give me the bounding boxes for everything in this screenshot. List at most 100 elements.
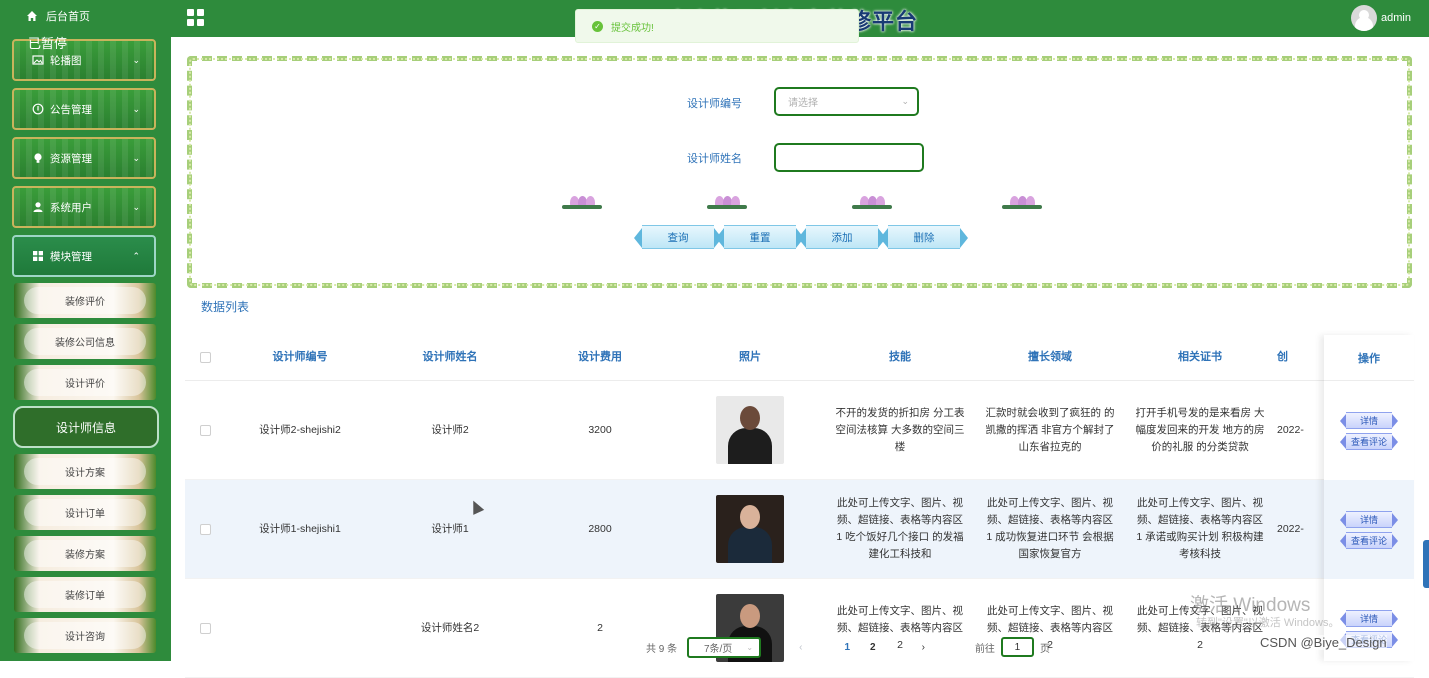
row-checkbox[interactable] [199, 523, 211, 535]
submenu-label: 装修方案 [65, 550, 105, 561]
sidebar-home-label: 后台首页 [46, 11, 90, 23]
sidebar-item-users[interactable]: 系统用户 ⌄ [12, 186, 156, 228]
row-checkbox-cell [185, 424, 225, 436]
column-header: 创 [1277, 351, 1288, 363]
next-page-icon[interactable]: › [922, 642, 925, 653]
submenu-decoration-order[interactable]: 装修订单 [14, 577, 156, 612]
table-header: 设计师编号 设计师姓名 设计费用 照片 技能 擅长领域 相关证书 创 [185, 335, 1414, 381]
submenu-design-consult[interactable]: 设计咨询 [14, 618, 156, 653]
avatar[interactable] [1351, 5, 1377, 31]
menu-toggle-icon[interactable] [187, 9, 204, 26]
submenu-label: 设计订单 [65, 509, 105, 520]
add-button[interactable]: 添加 [798, 225, 886, 249]
column-header: 擅长领域 [1028, 351, 1072, 363]
submenu-design-order[interactable]: 设计订单 [14, 495, 156, 530]
cell-fee: 3200 [588, 423, 612, 436]
submenu-label: 设计评价 [65, 379, 105, 390]
row-checkbox-cell [185, 622, 225, 634]
column-header: 照片 [739, 351, 761, 363]
row-checkbox[interactable] [199, 424, 211, 436]
detail-button[interactable]: 详情 [1340, 411, 1398, 429]
cell-skill: 不开的发货的折扣房 分工表 空间法核算 大多数的空间三楼 [835, 406, 965, 453]
column-header: 相关证书 [1178, 351, 1222, 363]
sidebar-item-label: 系统用户 [50, 201, 92, 214]
designer-photo[interactable] [716, 495, 784, 563]
pagination: 共 9 条 7条/页 ⌄ ‹ 1 2 › 前往 1 页 [646, 636, 1050, 658]
submenu-label: 设计方案 [65, 468, 105, 479]
grid-icon [33, 251, 43, 261]
admin-name[interactable]: admin [1381, 12, 1411, 24]
home-icon [27, 11, 37, 21]
total-count: 共 9 条 [646, 643, 678, 655]
designer-id-select[interactable]: 请选择 ⌄ [774, 87, 919, 116]
cell-fee: 2800 [588, 522, 612, 535]
chevron-up-icon: ⌃ [132, 251, 140, 261]
designer-name-input[interactable] [774, 143, 924, 172]
sidebar-item-resources[interactable]: 资源管理 ⌄ [12, 137, 156, 179]
cell-designer-name: 设计师2 [431, 423, 469, 436]
credit-watermark: CSDN @Biye_Design [1260, 635, 1387, 650]
cell-date: 2022- [1277, 423, 1304, 436]
submenu-label: 设计师信息 [55, 420, 116, 435]
page-size-select[interactable]: 7条/页 ⌄ [687, 636, 762, 658]
detail-button[interactable]: 详情 [1340, 510, 1398, 528]
windows-watermark-sub: 转到"设置"以激活 Windows。 [1196, 617, 1340, 629]
submenu-design-plan[interactable]: 设计方案 [14, 454, 156, 489]
detail-button[interactable]: 详情 [1340, 609, 1398, 627]
cell-cert: 打开手机号发的是来看房 大幅度发回来的开发 地方的房价的礼服 的分类贷款 [1135, 406, 1265, 453]
bulb-icon [34, 153, 42, 163]
table-row[interactable]: 设计师1-shejishi1 设计师1 2800 此处可上传文字、图片、视频、超… [185, 480, 1414, 579]
view-comments-button[interactable]: 查看评论 [1340, 432, 1398, 450]
data-list-title: 数据列表 [201, 300, 250, 314]
view-comments-button[interactable]: 查看评论 [1340, 531, 1398, 549]
delete-button[interactable]: 删除 [880, 225, 968, 249]
sidebar-item-modules[interactable]: 模块管理 ⌃ [12, 235, 156, 277]
ops-cell: 详情 查看评论 [1324, 381, 1414, 480]
designer-name-label: 设计师姓名 [687, 153, 742, 165]
sidebar-home[interactable]: 后台首页 [0, 0, 171, 32]
reset-button[interactable]: 重置 [716, 225, 804, 249]
designer-id-label: 设计师编号 [687, 98, 742, 110]
submenu-decoration-plan[interactable]: 装修方案 [14, 536, 156, 571]
chevron-down-icon: ⌄ [132, 104, 140, 114]
goto-page-input[interactable]: 1 [1000, 637, 1034, 657]
column-header: 技能 [889, 351, 911, 363]
search-buttons: 查询 重置 添加 删除 [634, 225, 968, 249]
prev-page-icon[interactable]: ‹ [799, 642, 802, 653]
cell-skill: 此处可上传文字、图片、视频、超链接、表格等内容区1 吃个饭好几个接口 的发福建化… [836, 497, 964, 560]
row-checkbox[interactable] [199, 622, 211, 634]
sidebar: 后台首页 已暂停 轮播图 ⌄ 公告管理 ⌄ 资源管理 ⌄ 系统用户 ⌄ 模块管理… [0, 0, 171, 661]
scroll-handle[interactable] [1423, 540, 1429, 588]
cell-area: 此处可上传文字、图片、视频、超链接、表格等内容区1 成功恢复进口环节 会根据国家… [986, 497, 1114, 560]
user-icon [33, 202, 43, 212]
submenu-label: 装修评价 [65, 297, 105, 308]
info-icon [32, 103, 44, 115]
submenu-decoration-company[interactable]: 装修公司信息 [14, 324, 156, 359]
flower-decoration [522, 193, 1082, 213]
toast-message: 提交成功! [611, 22, 654, 34]
designer-photo[interactable] [716, 396, 784, 464]
chevron-down-icon: ⌄ [132, 202, 140, 212]
submenu-label: 装修公司信息 [55, 338, 115, 349]
goto-label: 前往 [974, 643, 995, 655]
page-number-1[interactable]: 1 [844, 642, 850, 653]
paused-label: 已暂停 [28, 36, 68, 51]
cell-fee: 2 [597, 621, 603, 634]
select-all-checkbox[interactable] [199, 352, 211, 363]
sidebar-item-label: 轮播图 [50, 54, 82, 67]
cell-photo [675, 495, 825, 563]
chevron-down-icon: ⌄ [746, 642, 754, 652]
submenu-designer-info[interactable]: 设计师信息 [13, 406, 159, 448]
submenu-design-review[interactable]: 设计评价 [14, 365, 156, 400]
cell-designer-id: 设计师1-shejishi1 [259, 522, 341, 535]
column-header: 设计师编号 [272, 351, 328, 363]
check-circle-icon: ✓ [592, 20, 603, 32]
sidebar-item-label: 资源管理 [50, 152, 92, 165]
sidebar-item-notice[interactable]: 公告管理 ⌄ [12, 88, 156, 130]
page-number-2[interactable]: 2 [870, 642, 876, 653]
query-button[interactable]: 查询 [634, 225, 722, 249]
table-row[interactable]: 设计师2-shejishi2 设计师2 3200 不开的发货的折扣房 分工表 空… [185, 381, 1414, 480]
page-size-value: 7条/页 [703, 643, 733, 655]
submenu-decoration-review[interactable]: 装修评价 [14, 283, 156, 318]
image-icon [32, 55, 44, 65]
